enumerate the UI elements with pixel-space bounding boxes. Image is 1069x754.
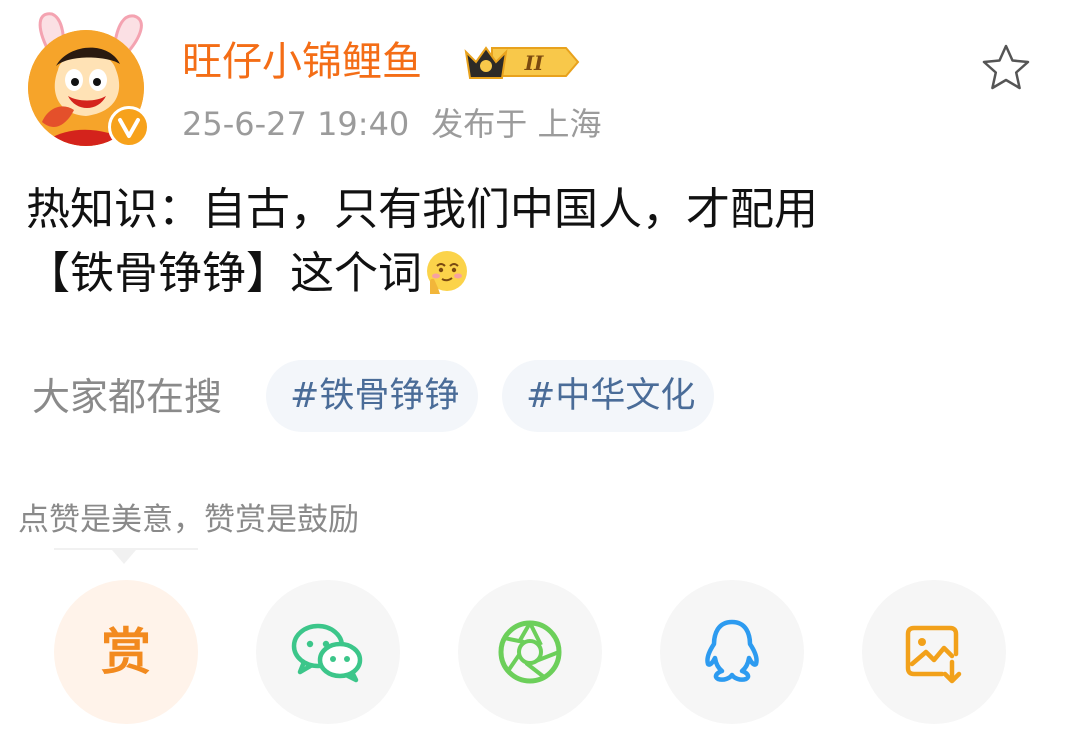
- share-wechat-button[interactable]: [256, 580, 400, 724]
- reward-button[interactable]: 赏: [54, 580, 198, 724]
- author-name[interactable]: 旺仔小锦鲤鱼: [182, 36, 422, 88]
- search-chip-tiegu[interactable]: #铁骨铮铮: [266, 360, 478, 432]
- reward-button-label: 赏: [101, 623, 151, 681]
- verified-v-icon: [108, 106, 150, 148]
- share-qq-button[interactable]: [660, 580, 804, 724]
- level-badge[interactable]: II: [462, 40, 582, 84]
- level-badge-text: II: [524, 51, 544, 75]
- save-image-icon: [905, 625, 962, 684]
- author-avatar[interactable]: [18, 6, 158, 148]
- star-icon: [982, 44, 1030, 90]
- qq-icon: [705, 619, 759, 682]
- wechat-icon: [291, 623, 363, 683]
- reward-hint: 点赞是美意，赞赏是鼓励: [18, 502, 359, 538]
- post-content-line2-wrap: 【铁骨铮铮】这个词: [26, 242, 1036, 306]
- favorite-star-button[interactable]: [978, 40, 1034, 96]
- post-content-line2: 【铁骨铮铮】这个词: [26, 248, 422, 299]
- post-content-line1: 热知识：自古，只有我们中国人，才配用: [26, 184, 818, 235]
- post-location: 发布于 上海: [431, 105, 602, 143]
- post-meta: 25-6-27 19:40 发布于 上海: [182, 102, 601, 146]
- post-timestamp: 25-6-27 19:40: [182, 105, 410, 143]
- post-content: 热知识：自古，只有我们中国人，才配用 【铁骨铮铮】这个词: [26, 178, 1036, 306]
- moments-icon: [498, 620, 562, 684]
- save-image-button[interactable]: [862, 580, 1006, 724]
- search-chip-zhonghua[interactable]: #中华文化: [502, 360, 714, 432]
- smirk-face-emoji: [427, 251, 467, 294]
- trending-search-label: 大家都在搜: [32, 375, 223, 419]
- share-moments-button[interactable]: [458, 580, 602, 724]
- hint-caret: [112, 550, 136, 564]
